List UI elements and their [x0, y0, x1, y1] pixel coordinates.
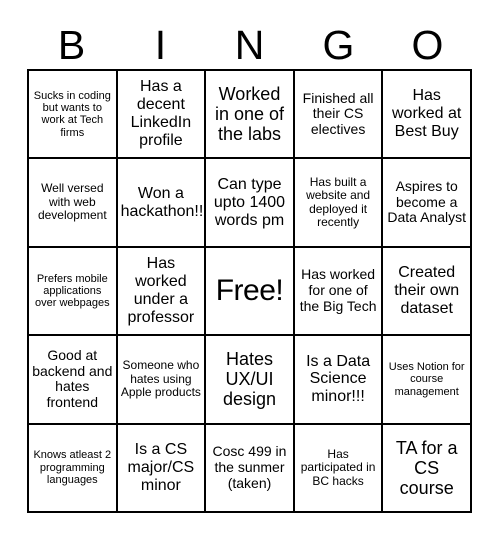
bingo-cell-label: Free! [215, 274, 284, 308]
bingo-cell-label: Good at backend and hates frontend [32, 347, 113, 411]
bingo-cell[interactable]: Well versed with web development [29, 159, 118, 248]
bingo-cell-label: Is a CS major/CS minor [127, 440, 195, 494]
bingo-cell-label: Won a hackathon!! [120, 184, 204, 220]
bingo-cell[interactable]: TA for a CS course [383, 424, 472, 513]
bingo-cell[interactable]: Has participated in BC hacks [294, 424, 384, 513]
bingo-cell[interactable]: Prefers mobile applications over webpage… [29, 247, 118, 337]
bingo-cell[interactable]: Uses Notion for course management [383, 336, 472, 425]
bingo-cell[interactable]: Sucks in coding but wants to work at Tec… [29, 71, 118, 160]
bingo-cell-label: Uses Notion for course management [388, 360, 465, 398]
bingo-cell-label: Has worked for one of the Big Tech [299, 266, 377, 314]
bingo-header-row: B I N G O [27, 22, 472, 69]
bingo-cell-label: Has built a website and deployed it rece… [306, 174, 371, 230]
bingo-cell[interactable]: Is a Data Science minor!!! [294, 336, 384, 425]
header-letter-i: I [154, 22, 167, 68]
bingo-cell-label: Has worked under a professor [127, 255, 195, 326]
bingo-cell[interactable]: Has worked under a professor [117, 247, 207, 337]
bingo-cell-label: Can type upto 1400 words pm [213, 175, 286, 229]
bingo-cell[interactable]: Has worked at Best Buy [383, 71, 472, 160]
bingo-cell-label: Has a decent LinkedIn profile [130, 78, 192, 150]
bingo-cell-label: Hates UX/UI design [222, 349, 277, 410]
header-letter-g: G [322, 22, 355, 68]
bingo-cell[interactable]: Won a hackathon!! [117, 159, 207, 248]
bingo-cell[interactable]: Good at backend and hates frontend [29, 336, 118, 425]
bingo-cell[interactable]: Knows atleast 2 programming languages [29, 424, 118, 513]
bingo-cell[interactable]: Created their own dataset [383, 247, 472, 337]
bingo-grid: Sucks in coding but wants to work at Tec… [27, 69, 472, 513]
bingo-cell-label: Knows atleast 2 programming languages [33, 449, 112, 486]
bingo-cell-label: Cosc 499 in the sunmer (taken) [212, 443, 287, 491]
bingo-cell-label: Has participated in BC hacks [300, 446, 376, 488]
bingo-cell-label: Has worked at Best Buy [392, 87, 462, 141]
bingo-cell[interactable]: Can type upto 1400 words pm [206, 159, 295, 248]
bingo-cell[interactable]: Someone who hates using Apple products [117, 336, 207, 425]
bingo-cell-label: Sucks in coding but wants to work at Tec… [33, 89, 111, 139]
bingo-cell[interactable]: Has worked for one of the Big Tech [294, 247, 384, 337]
bingo-cell-label: Created their own dataset [394, 264, 460, 317]
bingo-cell[interactable]: Is a CS major/CS minor [117, 424, 207, 513]
bingo-cell[interactable]: Has a decent LinkedIn profile [117, 71, 207, 160]
bingo-cell-label: Is a Data Science minor!!! [306, 352, 371, 406]
bingo-cell-label: Finished all their CS electives [302, 89, 374, 138]
bingo-cell[interactable]: Has built a website and deployed it rece… [294, 159, 384, 248]
bingo-cell-label: Aspires to become a Data Analyst [387, 178, 466, 226]
bingo-cell[interactable]: Cosc 499 in the sunmer (taken) [206, 424, 295, 513]
bingo-cell[interactable]: Worked in one of the labs [206, 71, 295, 160]
bingo-cell[interactable]: Finished all their CS electives [294, 71, 384, 160]
bingo-cell-label: Prefers mobile applications over webpage… [34, 272, 110, 310]
header-letter-b: B [57, 22, 86, 68]
bingo-cell-label: TA for a CS course [395, 437, 458, 498]
bingo-cell[interactable]: Aspires to become a Data Analyst [383, 159, 472, 248]
bingo-cell-free[interactable]: Free! [206, 247, 295, 337]
bingo-card: B I N G O Sucks in coding but wants to w… [0, 0, 500, 544]
bingo-cell-label: Well versed with web development [37, 181, 107, 223]
bingo-cell-label: Worked in one of the labs [214, 83, 285, 145]
bingo-cell-label: Someone who hates using Apple products [120, 358, 201, 400]
header-letter-n: N [234, 22, 265, 68]
bingo-cell[interactable]: Hates UX/UI design [206, 336, 295, 425]
header-letter-o: O [411, 22, 444, 68]
